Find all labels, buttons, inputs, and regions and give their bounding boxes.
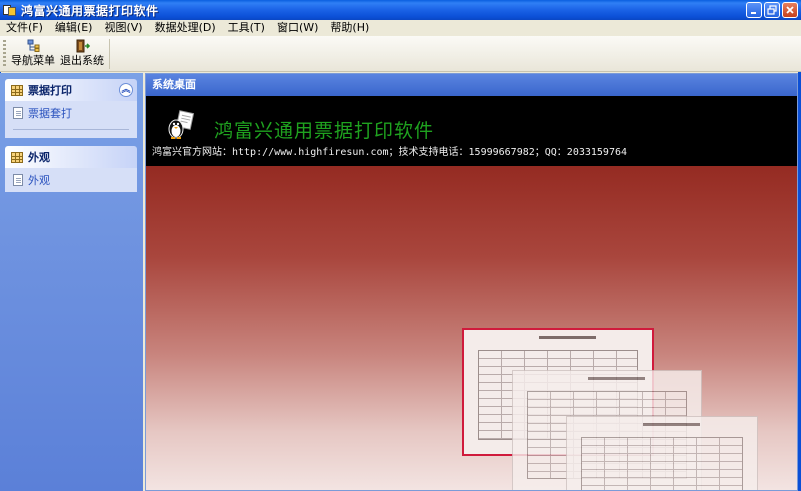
exit-system-label: 退出系统 <box>60 54 104 67</box>
collapse-icon[interactable]: ︽ <box>119 83 133 97</box>
group-title: 票据打印 <box>28 84 72 97</box>
sidebar-item-invoice-overlay-print[interactable]: 票据套打 <box>13 105 129 121</box>
penguin-printer-icon <box>166 110 196 140</box>
menu-edit[interactable]: 编辑(E) <box>49 20 99 36</box>
minimize-icon[interactable] <box>746 2 762 18</box>
group-body: 外观 <box>5 168 137 192</box>
panel-header: 系统桌面 <box>146 74 797 96</box>
tree-icon <box>25 39 41 53</box>
menu-bar: 文件(F) 编辑(E) 视图(V) 数据处理(D) 工具(T) 窗口(W) 帮助… <box>0 20 801 36</box>
close-icon[interactable] <box>782 2 798 18</box>
menu-view[interactable]: 视图(V) <box>98 20 148 36</box>
document-icon <box>13 174 23 186</box>
navigation-sidebar: 票据打印 ︽ 票据套打 外观 外观 <box>0 73 143 491</box>
group-invoice-print: 票据打印 ︽ 票据套打 <box>5 79 137 138</box>
sidebar-item-label: 票据套打 <box>28 107 72 120</box>
app-icon <box>3 3 17 17</box>
system-desktop-panel: 系统桌面 鸿富兴通用票据打印软件 鸿富兴官方网站：http://www.high… <box>145 73 798 491</box>
divider <box>13 129 129 130</box>
menu-tools[interactable]: 工具(T) <box>222 20 271 36</box>
sidebar-item-label: 外观 <box>28 174 50 187</box>
banner-title: 鸿富兴通用票据打印软件 <box>214 120 435 142</box>
window-title: 鸿富兴通用票据打印软件 <box>21 3 159 18</box>
invoice-thumbnail[interactable] <box>566 416 758 490</box>
menu-window[interactable]: 窗口(W) <box>271 20 324 36</box>
group-header-invoice-print[interactable]: 票据打印 ︽ <box>5 79 137 101</box>
toolbar-separator <box>109 39 110 69</box>
nav-menu-button[interactable]: 导航菜单 <box>11 39 55 69</box>
nav-menu-label: 导航菜单 <box>11 54 55 67</box>
toolbar: 导航菜单 退出系统 <box>0 36 801 72</box>
title-bar[interactable]: 鸿富兴通用票据打印软件 <box>0 0 801 20</box>
menu-data[interactable]: 数据处理(D) <box>149 20 222 36</box>
grid-icon <box>11 84 23 96</box>
group-header-appearance[interactable]: 外观 <box>5 146 137 168</box>
exit-door-icon <box>74 39 91 53</box>
group-title: 外观 <box>28 151 50 164</box>
banner: 鸿富兴通用票据打印软件 鸿富兴官方网站：http://www.highfires… <box>146 96 797 166</box>
desktop-background <box>146 166 797 490</box>
restore-icon[interactable] <box>764 2 780 18</box>
toolbar-grip[interactable] <box>3 40 6 68</box>
grid-icon <box>11 151 23 163</box>
menu-help[interactable]: 帮助(H) <box>324 20 375 36</box>
sidebar-item-appearance[interactable]: 外观 <box>13 172 129 188</box>
group-body: 票据套打 <box>5 101 137 138</box>
menu-file[interactable]: 文件(F) <box>0 20 49 36</box>
document-icon <box>13 107 23 119</box>
group-appearance: 外观 外观 <box>5 146 137 192</box>
banner-contact-info: 鸿富兴官方网站：http://www.highfiresun.com；技术支持电… <box>152 147 628 158</box>
exit-system-button[interactable]: 退出系统 <box>60 39 104 69</box>
